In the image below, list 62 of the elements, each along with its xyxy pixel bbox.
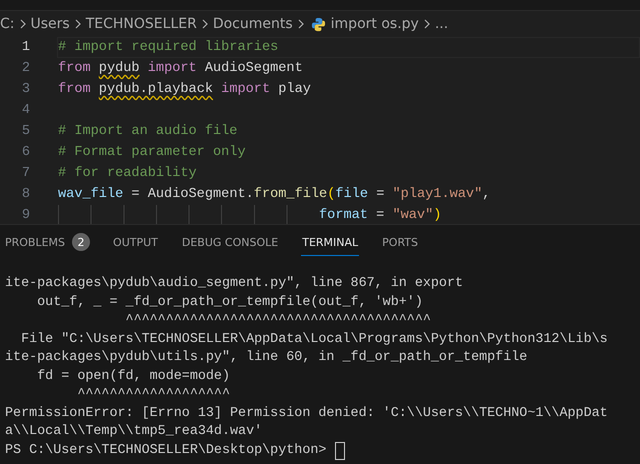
terminal-output-line: out_f, _ = _fd_or_path_or_tempfile(out_f, 'wb+') [36,294,424,312]
terminal-output-line: PermissionError: [Errno 13] Permission denied: 'C:\\Users\\TECHNO~1\\AppDat [5,404,609,422]
terminal-output-line: ite-packages\pydub\audio_segment.py", line 867, in export [5,275,464,293]
line-number: 8 [20,187,30,202]
code-text: AudioSegment [204,61,303,76]
cursor-icon [335,442,346,460]
breadcrumb-item[interactable]: import os.py [330,16,419,32]
terminal-output-line: ite-packages\pydub\utils.py", line 60, in _fd_or_path_or_tempfile [5,349,528,367]
terminal-output-line: File "C:\Users\TECHNOSELLER\AppData\Local\Programs\Python\Python312\Lib\s [20,330,609,348]
chevron-icon [20,19,26,29]
code-variable: file [335,187,368,202]
code-variable: wav_file [58,187,124,202]
code-keyword: from [58,61,92,76]
line-number: 6 [20,145,30,160]
terminal-output-line: ^^^^^^^^^^^^^^^^^^^ [76,386,231,404]
code-keyword: import [146,61,197,76]
terminal-output-line: a\\Local\\Temp\\tmp5_rea34d.wav' [5,423,264,441]
code-keyword: from [58,82,92,97]
code-comment: # Format parameter only [58,145,246,160]
code-variable: format [319,208,368,223]
line-number: 2 [20,61,30,76]
code-text: pydub [98,61,140,76]
code-text: pydub.playback [98,82,214,97]
code-function: from_file [254,187,328,202]
chevron-icon [74,19,81,29]
breadcrumb-item[interactable]: TECHNOSELLER [86,16,197,32]
breadcrumb-item[interactable]: Users [30,16,70,32]
code-string: "play1.wav" [392,187,482,202]
line-number: 5 [20,124,30,139]
code-keyword: import [220,82,270,97]
code-text: = [375,208,386,223]
line-number: 7 [20,166,30,181]
terminal-prompt: PS C:\Users\TECHNOSELLER\Desktop\python> [5,442,328,460]
code-bracket: ( [327,187,336,202]
count-badge: 2 [72,233,90,251]
panel-tab[interactable]: OUTPUT [112,228,159,256]
line-number: 1 [20,40,30,55]
breadcrumb-item[interactable]: ... [434,16,448,32]
code-text: = AudioSegment. [130,187,254,202]
terminal-output-line: ^^^^^^^^^^^^^^^^^^^^^^^^^^^^^^^^^^^^^^ [124,312,432,330]
code-comment: # for readability [58,166,197,181]
line-number: 9 [20,208,30,223]
terminal-output-line: fd = open(fd, mode=mode) [36,368,231,386]
breadcrumb-item[interactable]: C: [0,16,14,32]
chevron-icon [424,19,430,29]
code-text: = [375,187,386,202]
panel-tab[interactable]: PROBLEMS [4,228,66,256]
code-bracket: ) [433,208,442,223]
code-comment: # import required libraries [58,40,278,55]
chevron-icon [202,19,208,29]
panel-tab[interactable]: PORTS [381,228,419,256]
code-text: , [482,187,490,202]
code-text: play [277,82,311,97]
python-file-icon [310,16,326,32]
panel-tab[interactable]: DEBUG CONSOLE [180,228,280,256]
panel-tab[interactable]: TERMINAL [301,228,360,256]
chevron-icon [298,19,304,29]
code-string: "wav" [392,208,434,223]
code-comment: # Import an audio file [58,124,238,139]
line-number: 4 [20,103,30,118]
line-number: 3 [20,82,30,97]
breadcrumb-item[interactable]: Documents [212,16,293,32]
